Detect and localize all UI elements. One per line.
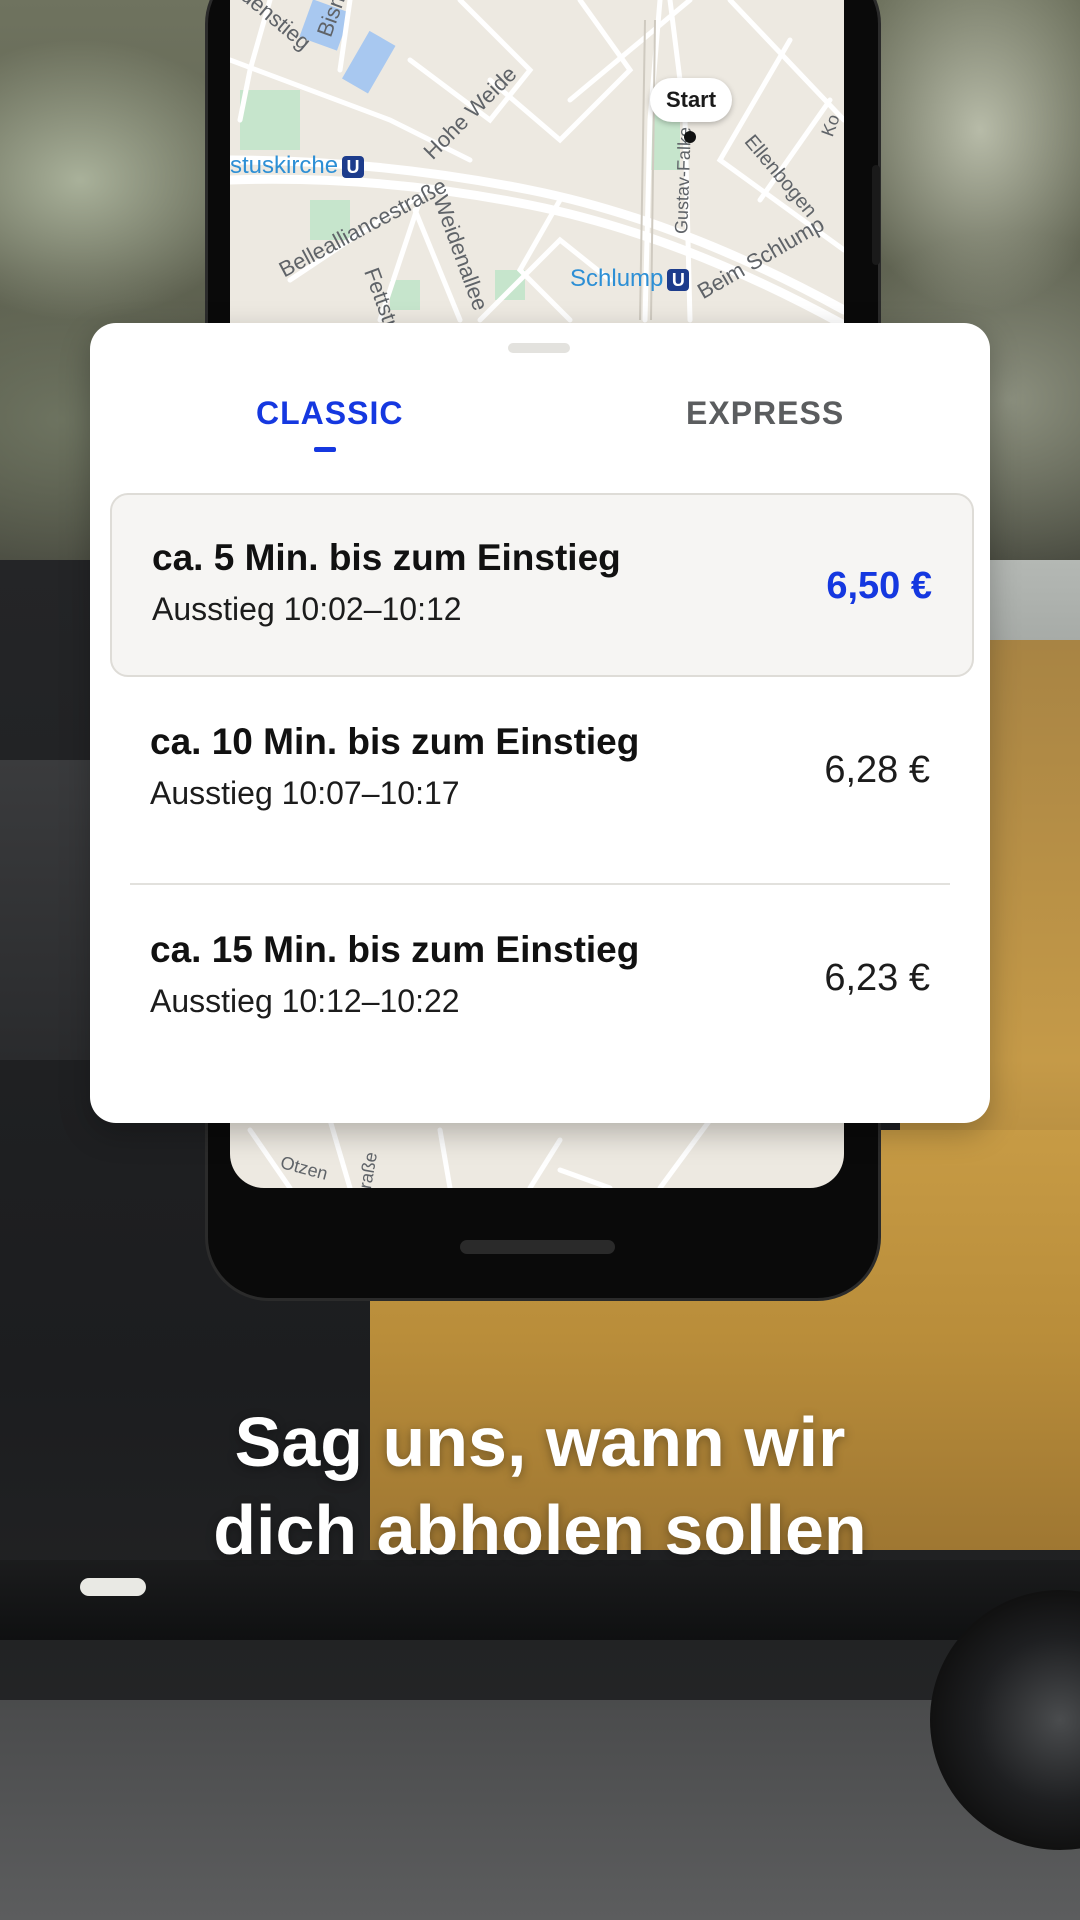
phone-home-indicator[interactable] [460,1240,615,1254]
map-label-station: stuskirche U [230,152,365,180]
map-label-street: Gustav-Falke [671,126,695,235]
headline-line-2: dich abholen sollen [213,1491,867,1569]
ride-option-price: 6,23 € [824,957,930,999]
tab-classic[interactable]: CLASSIC [256,395,403,432]
active-tab-indicator [314,447,336,452]
station-name: Schlump [570,265,664,292]
start-location-dot [684,131,696,143]
ride-option-arrival: Ausstieg 10:07–10:17 [150,775,460,811]
ride-option[interactable]: ca. 10 Min. bis zum Einstieg Ausstieg 10… [110,683,970,863]
ride-option-title: ca. 15 Min. bis zum Einstieg [150,929,640,970]
ride-option-price: 6,50 € [826,565,932,607]
ride-option-selected[interactable]: ca. 5 Min. bis zum Einstieg Ausstieg 10:… [110,493,974,677]
ride-option-title: ca. 10 Min. bis zum Einstieg [150,721,640,762]
start-marker[interactable]: Start [650,78,732,122]
tab-express[interactable]: EXPRESS [686,395,844,432]
ubahn-icon: U [342,155,365,178]
option-divider [130,883,950,885]
headline-line-1: Sag uns, wann wir [234,1403,846,1481]
map-label-station: Schlump U [570,265,690,293]
background-street [0,1700,1080,1920]
ride-option-price: 6,28 € [824,749,930,791]
ride-option[interactable]: ca. 15 Min. bis zum Einstieg Ausstieg 10… [110,893,970,1073]
background-step-light [80,1578,146,1596]
ride-option-title: ca. 5 Min. bis zum Einstieg [152,537,621,578]
station-name: stuskirche [230,152,339,179]
phone-side-button [872,165,880,265]
ride-options-sheet: CLASSIC EXPRESS ca. 5 Min. bis zum Einst… [90,323,990,1123]
promo-headline: Sag uns, wann wir dich abholen sollen [0,1398,1080,1574]
ride-option-arrival: Ausstieg 10:02–10:12 [152,591,462,627]
ride-option-arrival: Ausstieg 10:12–10:22 [150,983,460,1019]
sheet-drag-handle[interactable] [508,343,570,353]
ubahn-icon: U [667,268,690,291]
